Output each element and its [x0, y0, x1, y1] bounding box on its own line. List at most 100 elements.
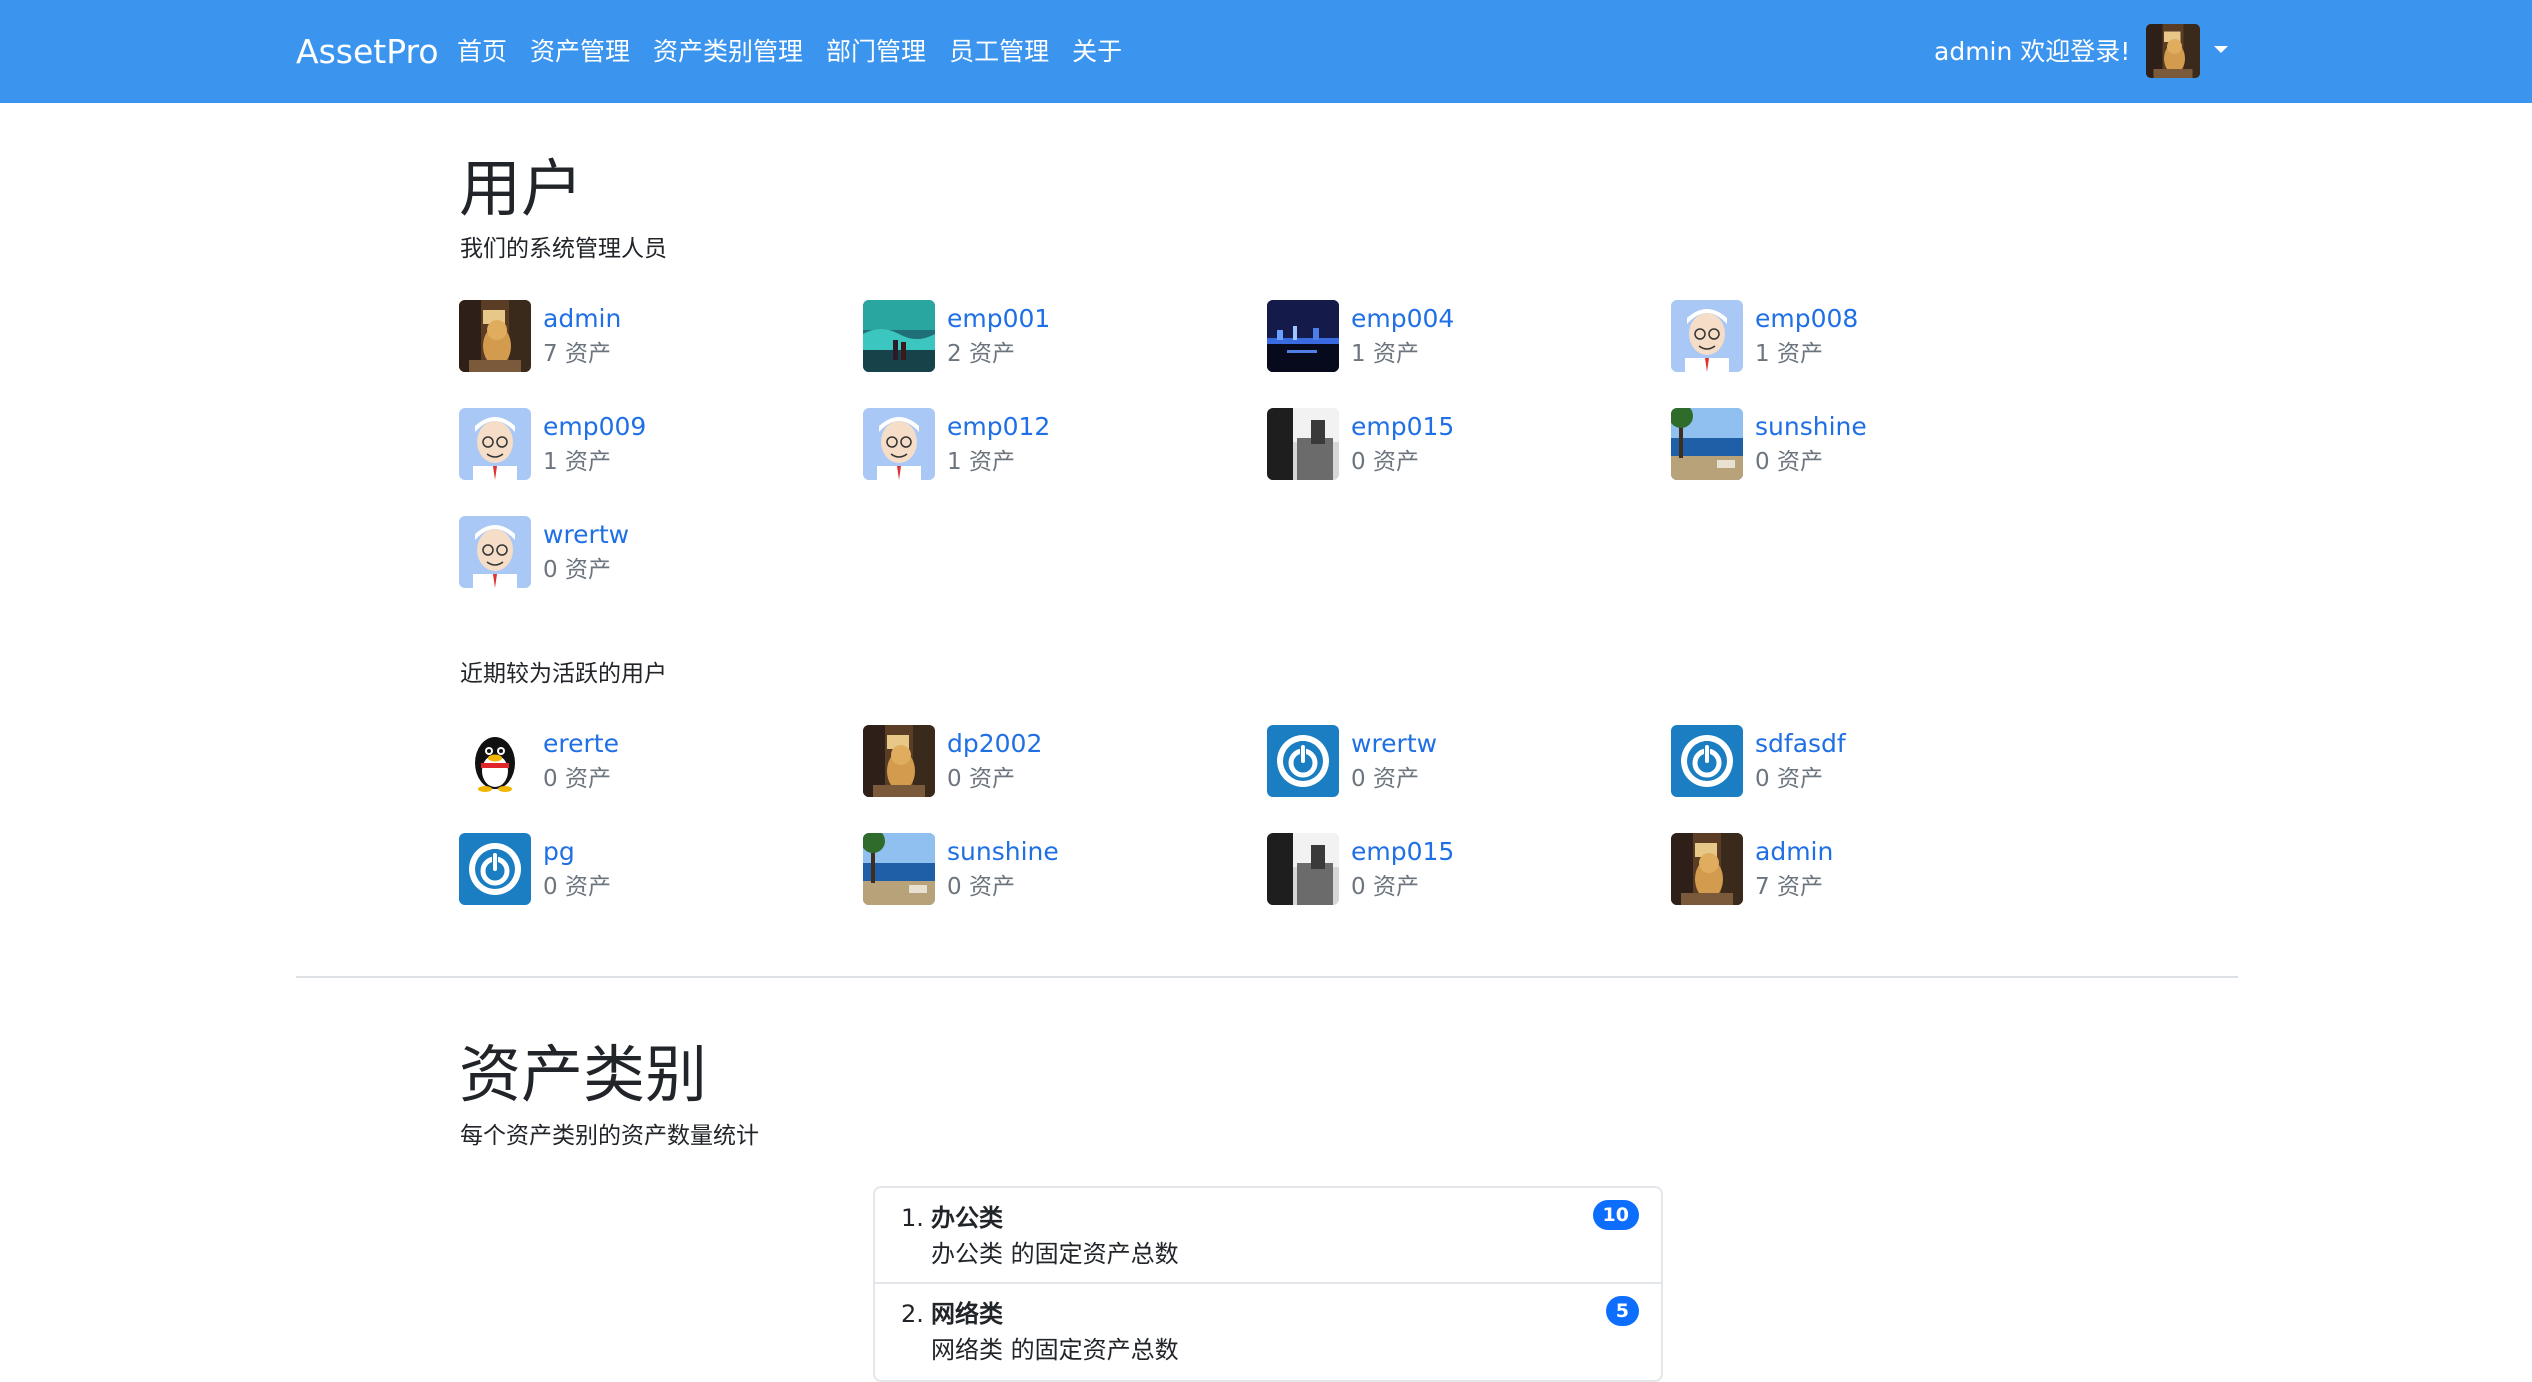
user-name-link[interactable]: emp015	[1351, 410, 1454, 444]
section-divider	[296, 976, 2238, 978]
nav-link-home[interactable]: 首页	[457, 32, 507, 72]
nav-menu: 首页 资产管理 资产类别管理 部门管理 员工管理 关于	[457, 32, 1145, 72]
cat-photo-icon	[459, 300, 531, 372]
cartoon-man-icon	[459, 516, 531, 588]
user-card[interactable]: emp001 2 资产	[863, 300, 1263, 374]
user-card[interactable]: sunshine 0 资产	[863, 833, 1263, 907]
user-card[interactable]: wrertw 0 资产	[1267, 725, 1667, 799]
beach-photo-icon	[863, 833, 935, 905]
bw-photo-icon	[1267, 408, 1339, 480]
user-asset-count: 0 资产	[1755, 449, 1823, 475]
user-name-link[interactable]: wrertw	[543, 518, 629, 552]
chevron-down-icon[interactable]	[2214, 46, 2228, 53]
user-asset-count: 7 资产	[1755, 874, 1823, 900]
user-avatar[interactable]	[1671, 833, 1743, 905]
user-name-link[interactable]: dp2002	[947, 727, 1042, 761]
user-name-link[interactable]: admin	[1755, 835, 1833, 869]
user-avatar[interactable]	[1671, 300, 1743, 372]
penguin-icon	[459, 725, 531, 797]
user-avatar[interactable]	[459, 408, 531, 480]
power-icon-icon	[1671, 725, 1743, 797]
user-card[interactable]: ererte 0 资产	[459, 725, 859, 799]
power-icon-icon	[1267, 725, 1339, 797]
welcome-text: admin 欢迎登录!	[1934, 37, 2131, 66]
user-name-link[interactable]: sunshine	[1755, 410, 1867, 444]
bw-photo-icon	[1267, 833, 1339, 905]
user-card[interactable]: emp015 0 资产	[1267, 408, 1667, 482]
user-name-link[interactable]: emp001	[947, 302, 1050, 336]
user-card[interactable]: admin 7 资产	[459, 300, 859, 374]
ocean-photo-icon	[863, 300, 935, 372]
user-asset-count: 7 资产	[543, 341, 611, 367]
user-avatar[interactable]	[863, 833, 935, 905]
user-card[interactable]: emp004 1 资产	[1267, 300, 1667, 374]
user-asset-count: 0 资产	[947, 874, 1015, 900]
user-asset-count: 1 资产	[1351, 341, 1419, 367]
cat-photo-icon	[1671, 833, 1743, 905]
user-avatar[interactable]	[863, 725, 935, 797]
user-avatar[interactable]	[1671, 725, 1743, 797]
user-card[interactable]: emp009 1 资产	[459, 408, 859, 482]
user-card[interactable]: sdfasdf 0 资产	[1671, 725, 2071, 799]
user-avatar[interactable]	[1671, 408, 1743, 480]
user-card[interactable]: pg 0 资产	[459, 833, 859, 907]
power-icon-icon	[459, 833, 531, 905]
user-name-link[interactable]: emp008	[1755, 302, 1858, 336]
categories-title: 资产类别	[459, 1038, 708, 1111]
user-asset-count: 0 资产	[543, 766, 611, 792]
category-item[interactable]: 2. 网络类 网络类 的固定资产总数 5	[875, 1284, 1661, 1380]
user-name-link[interactable]: sunshine	[947, 835, 1059, 869]
user-card[interactable]: dp2002 0 资产	[863, 725, 1263, 799]
user-name-link[interactable]: admin	[543, 302, 621, 336]
user-asset-count: 0 资产	[947, 766, 1015, 792]
category-count-badge: 5	[1605, 1296, 1639, 1326]
category-description: 网络类 的固定资产总数	[931, 1336, 1179, 1364]
users-title: 用户	[459, 152, 584, 225]
category-item[interactable]: 1. 办公类 办公类 的固定资产总数 10	[875, 1188, 1661, 1284]
category-number: 1.	[901, 1204, 924, 1232]
user-name-link[interactable]: emp009	[543, 410, 646, 444]
user-card[interactable]: wrertw 0 资产	[459, 516, 859, 590]
nav-link-categories[interactable]: 资产类别管理	[653, 32, 803, 72]
user-avatar[interactable]	[459, 300, 531, 372]
user-asset-count: 0 资产	[543, 557, 611, 583]
user-avatar[interactable]	[1267, 725, 1339, 797]
user-name-link[interactable]: sdfasdf	[1755, 727, 1846, 761]
night-city-photo-icon	[1267, 300, 1339, 372]
user-avatar[interactable]	[863, 408, 935, 480]
nav-link-assets[interactable]: 资产管理	[530, 32, 630, 72]
user-name-link[interactable]: ererte	[543, 727, 619, 761]
user-card[interactable]: emp015 0 资产	[1267, 833, 1667, 907]
nav-link-employees[interactable]: 员工管理	[949, 32, 1049, 72]
user-avatar[interactable]	[459, 516, 531, 588]
user-name-link[interactable]: emp012	[947, 410, 1050, 444]
user-avatar[interactable]	[459, 833, 531, 905]
brand-logo[interactable]: AssetPro	[296, 30, 439, 74]
user-asset-count: 2 资产	[947, 341, 1015, 367]
user-avatar[interactable]	[1267, 833, 1339, 905]
user-name-link[interactable]: emp004	[1351, 302, 1454, 336]
user-menu-avatar[interactable]	[2146, 24, 2200, 78]
users-subtitle: 我们的系统管理人员	[460, 236, 667, 262]
user-card[interactable]: admin 7 资产	[1671, 833, 2071, 907]
user-name-link[interactable]: emp015	[1351, 835, 1454, 869]
user-asset-count: 0 资产	[1755, 766, 1823, 792]
cartoon-man-icon	[1671, 300, 1743, 372]
user-card[interactable]: emp008 1 资产	[1671, 300, 2071, 374]
user-avatar[interactable]	[1267, 408, 1339, 480]
cartoon-man-icon	[863, 408, 935, 480]
user-name-link[interactable]: wrertw	[1351, 727, 1437, 761]
nav-link-departments[interactable]: 部门管理	[826, 32, 926, 72]
cartoon-man-icon	[459, 408, 531, 480]
categories-subtitle: 每个资产类别的资产数量统计	[460, 1123, 759, 1149]
navbar: AssetPro 首页 资产管理 资产类别管理 部门管理 员工管理 关于 adm…	[0, 0, 2532, 103]
nav-link-about[interactable]: 关于	[1072, 32, 1122, 72]
user-asset-count: 1 资产	[947, 449, 1015, 475]
user-avatar[interactable]	[459, 725, 531, 797]
user-name-link[interactable]: pg	[543, 835, 575, 869]
user-avatar[interactable]	[1267, 300, 1339, 372]
cat-photo-icon	[2146, 24, 2200, 78]
user-card[interactable]: sunshine 0 资产	[1671, 408, 2071, 482]
user-card[interactable]: emp012 1 资产	[863, 408, 1263, 482]
user-avatar[interactable]	[863, 300, 935, 372]
